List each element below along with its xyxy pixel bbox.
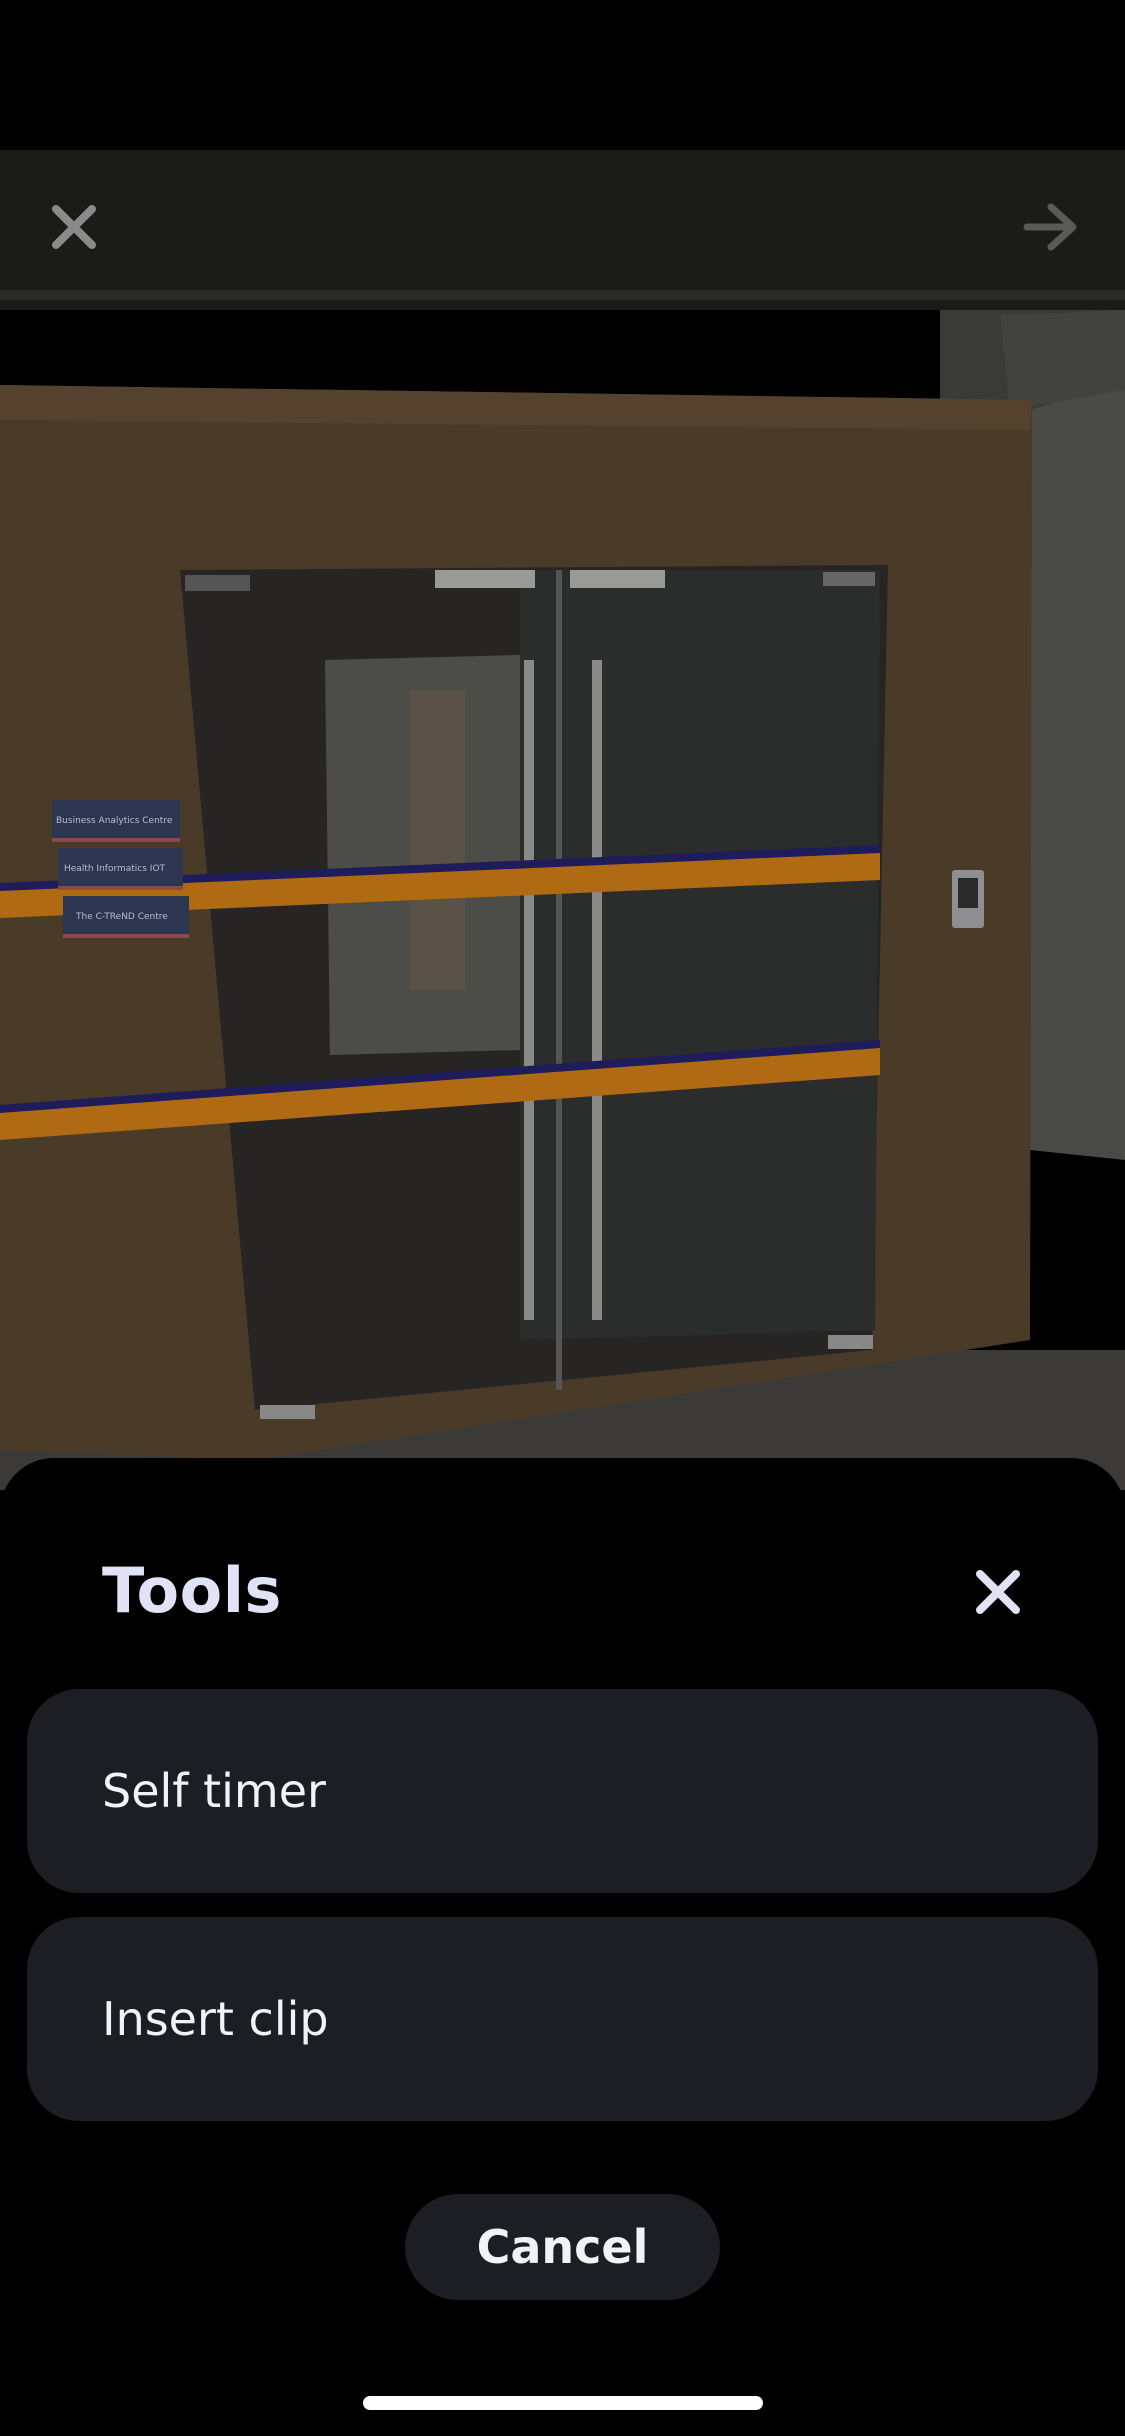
camera-viewfinder: Business Analytics Centre Health Informa… bbox=[0, 150, 1125, 1490]
close-icon bbox=[52, 205, 96, 249]
home-indicator[interactable] bbox=[363, 2396, 763, 2410]
option-label: Self timer bbox=[102, 1764, 326, 1818]
sign-text-1: Business Analytics Centre bbox=[56, 816, 173, 826]
option-label: Insert clip bbox=[102, 1992, 329, 2046]
camera-screen: Business Analytics Centre Health Informa… bbox=[0, 0, 1125, 2436]
next-button[interactable] bbox=[1019, 195, 1083, 259]
self-timer-option[interactable]: Self timer bbox=[27, 1689, 1098, 1893]
arrow-right-icon bbox=[1023, 203, 1077, 251]
close-sheet-button[interactable] bbox=[968, 1562, 1028, 1622]
sign-text-3: The C-TReND Centre bbox=[75, 912, 168, 922]
sign-text-2: Health Informatics IOT bbox=[64, 864, 166, 874]
close-icon bbox=[976, 1570, 1020, 1614]
cancel-label: Cancel bbox=[476, 2220, 649, 2274]
sheet-title: Tools bbox=[102, 1554, 282, 1627]
insert-clip-option[interactable]: Insert clip bbox=[27, 1917, 1098, 2121]
close-camera-button[interactable] bbox=[42, 195, 106, 259]
cancel-button[interactable]: Cancel bbox=[405, 2194, 720, 2300]
